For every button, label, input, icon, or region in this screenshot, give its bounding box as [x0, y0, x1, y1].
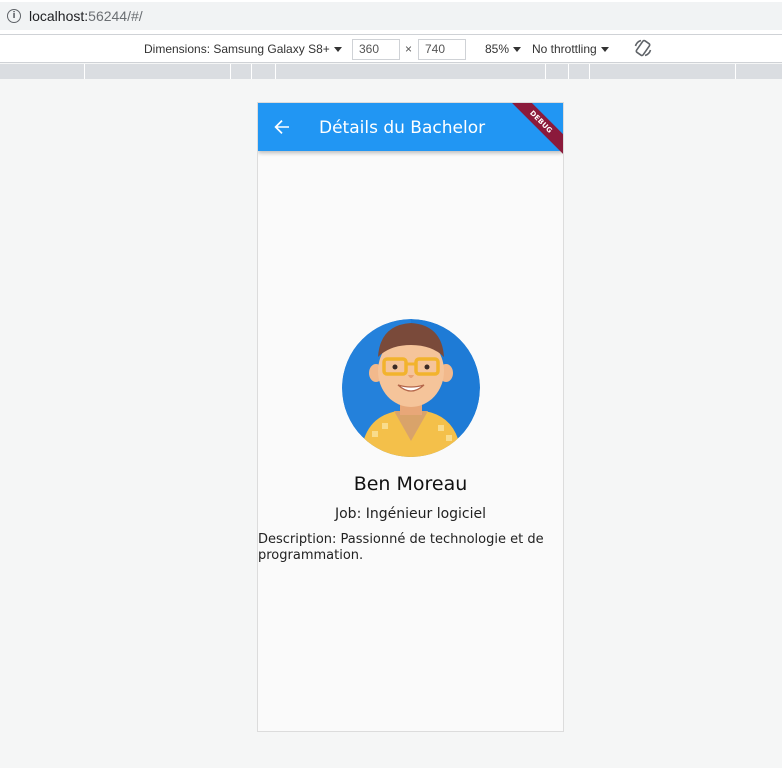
throttling-select[interactable]: No throttling [532, 40, 609, 58]
chevron-down-icon [600, 46, 609, 52]
media-query-ruler [0, 64, 782, 79]
zoom-label: 85% [485, 42, 510, 56]
device-select-label: Dimensions: Samsung Galaxy S8+ [144, 42, 330, 56]
page-title: Détails du Bachelor [319, 118, 486, 138]
url-host: localhost: [29, 8, 89, 24]
profile-name: Ben Moreau [353, 473, 468, 495]
profile-job: Job: Ingénieur logiciel [334, 506, 487, 522]
app-bar: Détails du Bachelor [258, 103, 563, 151]
profile-description: Description: Passionné de technologie et… [258, 532, 544, 563]
avatar-illustration [342, 319, 480, 457]
avatar [342, 319, 480, 457]
rotate-icon[interactable] [633, 38, 653, 58]
chevron-down-icon [513, 46, 522, 52]
url-field[interactable]: i localhost:56244/#/ [0, 2, 782, 30]
width-input[interactable]: 360 [352, 39, 400, 60]
arrow-back-icon[interactable] [272, 117, 292, 137]
device-select[interactable]: Dimensions: Samsung Galaxy S8+ [144, 40, 342, 58]
url-path: 56244/#/ [88, 8, 143, 24]
chevron-down-icon [333, 46, 342, 52]
browser-address-bar: i localhost:56244/#/ [0, 0, 782, 34]
url-text[interactable]: localhost:56244/#/ [29, 8, 143, 24]
info-icon[interactable]: i [7, 9, 21, 23]
height-input[interactable]: 740 [418, 39, 466, 60]
throttling-label: No throttling [532, 42, 597, 56]
device-viewport: Détails du Bachelor DEBUG Ben Moreau Job… [257, 102, 564, 732]
zoom-select[interactable]: 85% [485, 40, 522, 58]
device-toolbar: Dimensions: Samsung Galaxy S8+ 360 × 740… [0, 34, 782, 63]
times-label: × [405, 42, 413, 56]
